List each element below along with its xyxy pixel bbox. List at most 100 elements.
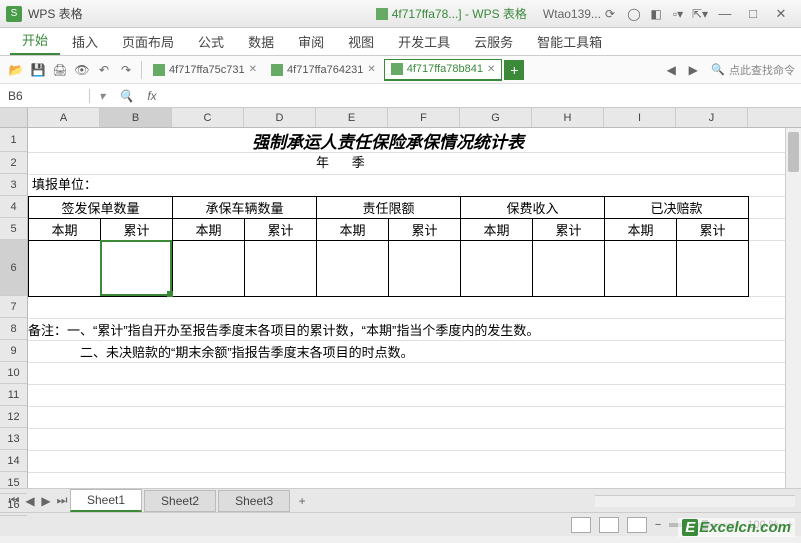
data-cell[interactable]	[29, 241, 101, 297]
data-cell[interactable]	[173, 241, 245, 297]
save-icon[interactable]: 💾	[28, 60, 48, 80]
close-icon[interactable]: ✕	[487, 64, 495, 75]
row-header[interactable]: 1	[0, 128, 27, 152]
data-cell[interactable]	[461, 241, 533, 297]
header-cell[interactable]: 累计	[533, 219, 605, 241]
file-tab-2[interactable]: 4f717ffa764231✕	[265, 59, 382, 81]
data-cell[interactable]	[317, 241, 389, 297]
tab-nav-next[interactable]: ▶	[38, 494, 54, 508]
header-cell[interactable]: 本期	[317, 219, 389, 241]
data-cell[interactable]	[677, 241, 749, 297]
data-cell[interactable]	[101, 241, 173, 297]
col-header[interactable]: B	[100, 108, 172, 127]
print-icon[interactable]: 🖨	[50, 60, 70, 80]
row-header[interactable]: 2	[0, 152, 27, 174]
close-icon[interactable]: ✕	[367, 64, 375, 75]
tab-nav-last[interactable]: ⏭	[54, 493, 70, 508]
col-header[interactable]: C	[172, 108, 244, 127]
row-header[interactable]: 13	[0, 428, 27, 450]
fx-label[interactable]: fx	[138, 89, 166, 103]
minimize-button[interactable]: —	[711, 3, 739, 25]
sheet-tab-3[interactable]: Sheet3	[218, 490, 290, 512]
menu-pagelayout[interactable]: 页面布局	[110, 28, 186, 55]
header-cell[interactable]: 保费收入	[461, 197, 605, 219]
menu-start[interactable]: 开始	[10, 26, 60, 55]
col-header[interactable]: E	[316, 108, 388, 127]
row-header[interactable]: 16	[0, 494, 27, 516]
row-header[interactable]: 8	[0, 318, 27, 340]
col-header[interactable]: J	[676, 108, 748, 127]
data-cell[interactable]	[605, 241, 677, 297]
header-cell[interactable]: 本期	[605, 219, 677, 241]
header-cell[interactable]: 累计	[101, 219, 173, 241]
col-header[interactable]: G	[460, 108, 532, 127]
select-all-corner[interactable]	[0, 108, 27, 128]
header-cell[interactable]: 已决赔款	[605, 197, 749, 219]
vertical-scrollbar[interactable]	[785, 128, 801, 488]
open-icon[interactable]: 📂	[6, 60, 26, 80]
menu-smart[interactable]: 智能工具箱	[525, 28, 614, 55]
col-header[interactable]: F	[388, 108, 460, 127]
header-cell[interactable]: 累计	[677, 219, 749, 241]
menu-view[interactable]: 视图	[336, 28, 386, 55]
skin-icon[interactable]: ◧	[645, 3, 667, 25]
pin-icon[interactable]: ⇱▾	[689, 3, 711, 25]
header-cell[interactable]: 责任限额	[317, 197, 461, 219]
file-tab-3[interactable]: 4f717ffa78b841✕	[384, 59, 503, 81]
settings-icon[interactable]: ▫▾	[667, 3, 689, 25]
close-icon[interactable]: ✕	[249, 64, 257, 75]
header-cell[interactable]: 本期	[461, 219, 533, 241]
row-header[interactable]: 4	[0, 196, 27, 218]
data-cell[interactable]	[389, 241, 461, 297]
row-header[interactable]: 5	[0, 218, 27, 240]
grid[interactable]: A B C D E F G H I J 强制承运人责任保险承保情况统计表 年 季…	[28, 108, 801, 488]
undo-icon[interactable]: ↶	[94, 60, 114, 80]
dropdown-icon[interactable]: ▾	[90, 89, 114, 103]
menu-cloud[interactable]: 云服务	[462, 28, 525, 55]
row-header[interactable]: 7	[0, 296, 27, 318]
view-break-icon[interactable]	[627, 517, 647, 533]
search-icon[interactable]: 🔍	[114, 89, 138, 103]
close-button[interactable]: ✕	[767, 3, 795, 25]
scroll-thumb[interactable]	[788, 132, 799, 172]
zoom-out-button[interactable]: −	[655, 519, 661, 531]
formula-input[interactable]	[166, 89, 801, 103]
command-search[interactable]: 🔍点此查找命令	[711, 62, 795, 78]
col-header[interactable]: D	[244, 108, 316, 127]
redo-icon[interactable]: ↷	[116, 60, 136, 80]
row-header[interactable]: 3	[0, 174, 27, 196]
file-tab-1[interactable]: 4f717ffa75c731✕	[147, 59, 263, 81]
header-cell[interactable]: 本期	[29, 219, 101, 241]
add-tab-button[interactable]: +	[504, 60, 524, 80]
menu-insert[interactable]: 插入	[60, 28, 110, 55]
row-header[interactable]: 9	[0, 340, 27, 362]
horizontal-scrollbar[interactable]	[595, 495, 795, 507]
row-header[interactable]: 11	[0, 384, 27, 406]
data-cell[interactable]	[245, 241, 317, 297]
menu-formula[interactable]: 公式	[186, 28, 236, 55]
header-cell[interactable]: 本期	[173, 219, 245, 241]
col-header[interactable]: H	[532, 108, 604, 127]
row-header[interactable]: 10	[0, 362, 27, 384]
help-icon[interactable]: ◯	[623, 3, 645, 25]
row-header[interactable]: 6	[0, 240, 27, 296]
header-cell[interactable]: 签发保单数量	[29, 197, 173, 219]
window-doc-tab[interactable]: 4f717ffa78...] - WPS 表格	[368, 5, 535, 22]
row-header[interactable]: 14	[0, 450, 27, 472]
data-cell[interactable]	[533, 241, 605, 297]
menu-review[interactable]: 审阅	[286, 28, 336, 55]
maximize-button[interactable]: □	[739, 3, 767, 25]
user-tab[interactable]: Wtao139...⟳	[535, 7, 623, 21]
sheet-tab-1[interactable]: Sheet1	[70, 489, 142, 512]
row-header[interactable]: 15	[0, 472, 27, 494]
col-header[interactable]: I	[604, 108, 676, 127]
header-cell[interactable]: 累计	[245, 219, 317, 241]
nav-right-icon[interactable]: ▶	[683, 60, 703, 80]
menu-dev[interactable]: 开发工具	[386, 28, 462, 55]
col-header[interactable]: A	[28, 108, 100, 127]
view-normal-icon[interactable]	[571, 517, 591, 533]
header-cell[interactable]: 累计	[389, 219, 461, 241]
sheet-tab-2[interactable]: Sheet2	[144, 490, 216, 512]
preview-icon[interactable]: 👁	[72, 60, 92, 80]
nav-left-icon[interactable]: ◀	[661, 60, 681, 80]
